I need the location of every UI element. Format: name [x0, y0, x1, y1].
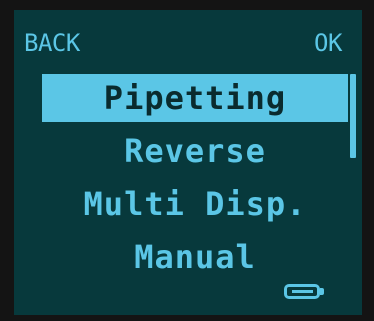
battery-level-fill	[292, 290, 313, 293]
menu-scrollbar	[350, 74, 356, 158]
battery-icon	[284, 284, 320, 299]
menu-item-reverse[interactable]: Reverse	[42, 127, 348, 175]
mode-menu: Pipetting Reverse Multi Disp. Manual	[0, 0, 374, 321]
menu-item-manual[interactable]: Manual	[42, 233, 348, 281]
menu-item-pipetting[interactable]: Pipetting	[42, 74, 348, 122]
battery-terminal	[320, 288, 324, 295]
menu-item-multi-disp[interactable]: Multi Disp.	[42, 180, 348, 228]
